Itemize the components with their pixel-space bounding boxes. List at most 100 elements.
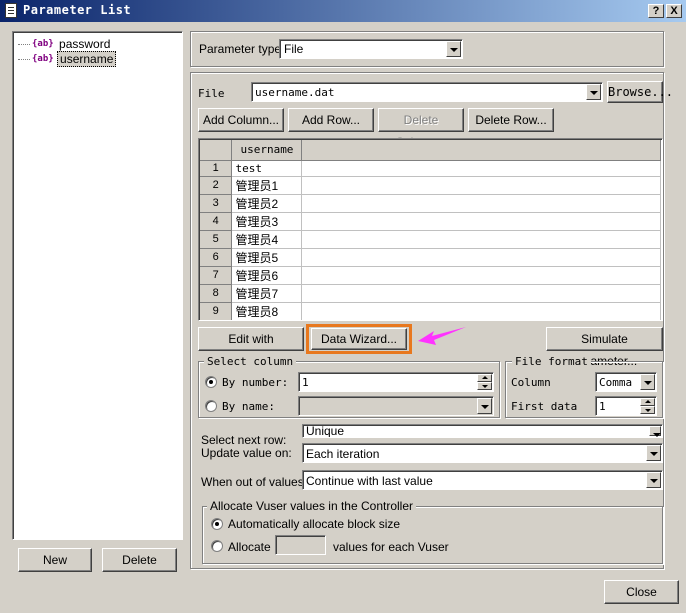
- row-number[interactable]: 6: [200, 248, 233, 267]
- cell-username[interactable]: 管理员2: [231, 194, 303, 213]
- by-number-value: 1: [302, 376, 309, 389]
- allocate-title: Allocate Vuser values in the Controller: [207, 499, 416, 513]
- cell-empty[interactable]: [301, 194, 661, 213]
- column-format-select[interactable]: Comma: [595, 372, 657, 392]
- by-number-label: By number:: [222, 376, 289, 389]
- simulate-parameter-button[interactable]: Simulate Parameter...: [546, 327, 663, 368]
- manual-allocate-input[interactable]: [275, 535, 326, 555]
- parameter-icon: {ab}: [32, 39, 54, 50]
- table-row[interactable]: 3 管理员2: [200, 194, 661, 213]
- spin-down-icon[interactable]: [640, 406, 655, 414]
- cell-empty[interactable]: [301, 284, 661, 303]
- by-name-radio[interactable]: [205, 400, 217, 412]
- help-button[interactable]: ?: [648, 4, 664, 18]
- grid-header-empty: [301, 140, 661, 161]
- first-data-label: First data: [511, 400, 578, 413]
- title-bar: Parameter List ? X: [0, 0, 686, 22]
- parameter-tree[interactable]: {ab} password {ab} username: [12, 31, 183, 540]
- parameter-type-label: Parameter type:: [199, 42, 285, 56]
- cell-empty[interactable]: [301, 266, 661, 285]
- row-number[interactable]: 5: [200, 230, 233, 249]
- cell-empty[interactable]: [302, 320, 661, 321]
- table-row[interactable]: 5 管理员4: [200, 230, 661, 249]
- cell-username[interactable]: 管理员4: [231, 230, 303, 249]
- cell-username[interactable]: 管理员8: [231, 302, 303, 320]
- out-of-values-value: Continue with last value: [306, 474, 433, 488]
- table-row[interactable]: 1 test: [200, 160, 661, 177]
- add-row-button[interactable]: Add Row...: [288, 108, 374, 132]
- table-row[interactable]: 2 管理员1: [200, 176, 661, 195]
- row-number[interactable]: 3: [200, 194, 233, 213]
- row-number[interactable]: 10: [200, 320, 232, 321]
- cell-username[interactable]: 管理员9: [232, 320, 302, 321]
- auto-allocate-radio[interactable]: [211, 518, 223, 530]
- data-table: username 1 test 2 管理员1 3 管理员2 4 管理员3 5 管理员4 6 管理员5 7…: [200, 140, 661, 321]
- browse-button[interactable]: Browse...: [607, 81, 673, 103]
- document-icon: [5, 3, 17, 18]
- file-label: File: [198, 87, 225, 100]
- tree-item-password[interactable]: {ab} password: [18, 37, 182, 52]
- delete-row-button[interactable]: Delete Row...: [468, 108, 554, 132]
- row-number[interactable]: 1: [200, 160, 233, 177]
- table-row[interactable]: 4 管理员3: [200, 212, 661, 231]
- tree-item-label: password: [59, 37, 111, 51]
- table-row[interactable]: 7 管理员6: [200, 266, 661, 285]
- manual-allocate-radio[interactable]: [211, 540, 223, 552]
- allocate-group: [202, 506, 663, 564]
- row-number[interactable]: 8: [200, 284, 233, 303]
- add-column-button[interactable]: Add Column...: [198, 108, 284, 132]
- table-row[interactable]: 8 管理员7: [200, 284, 661, 303]
- window-title: Parameter List: [23, 3, 132, 17]
- cell-empty[interactable]: [301, 248, 661, 267]
- file-format-title: File format: [512, 355, 591, 368]
- row-number[interactable]: 2: [200, 176, 233, 195]
- tree-item-username[interactable]: {ab} username: [18, 51, 182, 67]
- tree-connector: [18, 44, 30, 46]
- select-next-row-value: Unique: [306, 424, 345, 438]
- file-select[interactable]: username.dat: [251, 82, 603, 102]
- cell-username[interactable]: 管理员1: [231, 176, 303, 195]
- column-header-username[interactable]: username: [231, 140, 303, 161]
- row-number[interactable]: 9: [200, 302, 233, 320]
- update-value-select[interactable]: Each iteration: [302, 443, 663, 463]
- cell-username[interactable]: 管理员5: [231, 248, 303, 267]
- window-close-button[interactable]: X: [666, 4, 682, 18]
- chevron-down-icon: [640, 374, 655, 390]
- chevron-down-icon: [586, 84, 601, 100]
- select-next-row-select[interactable]: Unique: [302, 424, 663, 438]
- cell-username[interactable]: 管理员3: [231, 212, 303, 231]
- spin-down-icon[interactable]: [477, 382, 492, 390]
- cell-empty[interactable]: [301, 302, 661, 320]
- new-button[interactable]: New: [18, 548, 92, 572]
- by-number-input[interactable]: 1: [298, 372, 494, 392]
- out-of-values-select[interactable]: Continue with last value: [302, 470, 663, 490]
- grid-corner: [200, 140, 233, 161]
- cell-username[interactable]: test: [231, 160, 303, 177]
- close-button[interactable]: Close: [604, 580, 679, 604]
- spin-up-icon[interactable]: [477, 374, 492, 382]
- edit-with-notepad-button[interactable]: Edit with Notepad...: [198, 327, 304, 368]
- spin-up-icon[interactable]: [640, 398, 655, 406]
- cell-empty[interactable]: [301, 160, 661, 177]
- row-number[interactable]: 4: [200, 212, 233, 231]
- by-name-select[interactable]: [298, 396, 494, 416]
- row-number[interactable]: 7: [200, 266, 233, 285]
- table-row[interactable]: 10管理员9: [200, 320, 661, 321]
- parameter-type-select[interactable]: File: [279, 39, 463, 59]
- cell-empty[interactable]: [301, 212, 661, 231]
- by-number-radio[interactable]: [205, 376, 217, 388]
- cell-username[interactable]: 管理员6: [231, 266, 303, 285]
- delete-column-button[interactable]: Delete Column...: [378, 108, 464, 149]
- delete-button[interactable]: Delete: [102, 548, 177, 572]
- data-grid[interactable]: username 1 test 2 管理员1 3 管理员2 4 管理员3 5 管理员4 6 管理员5 7…: [198, 138, 663, 321]
- cell-username[interactable]: 管理员7: [231, 284, 303, 303]
- out-of-values-label: When out of values:: [201, 475, 308, 489]
- data-wizard-button[interactable]: Data Wizard...: [311, 328, 407, 350]
- parameter-type-value: File: [284, 42, 304, 56]
- table-row[interactable]: 9 管理员8: [200, 302, 661, 320]
- cell-empty[interactable]: [301, 230, 661, 249]
- table-row[interactable]: 6 管理员5: [200, 248, 661, 267]
- cell-empty[interactable]: [301, 176, 661, 195]
- file-value: username.dat: [255, 86, 335, 99]
- first-data-input[interactable]: 1: [595, 396, 657, 416]
